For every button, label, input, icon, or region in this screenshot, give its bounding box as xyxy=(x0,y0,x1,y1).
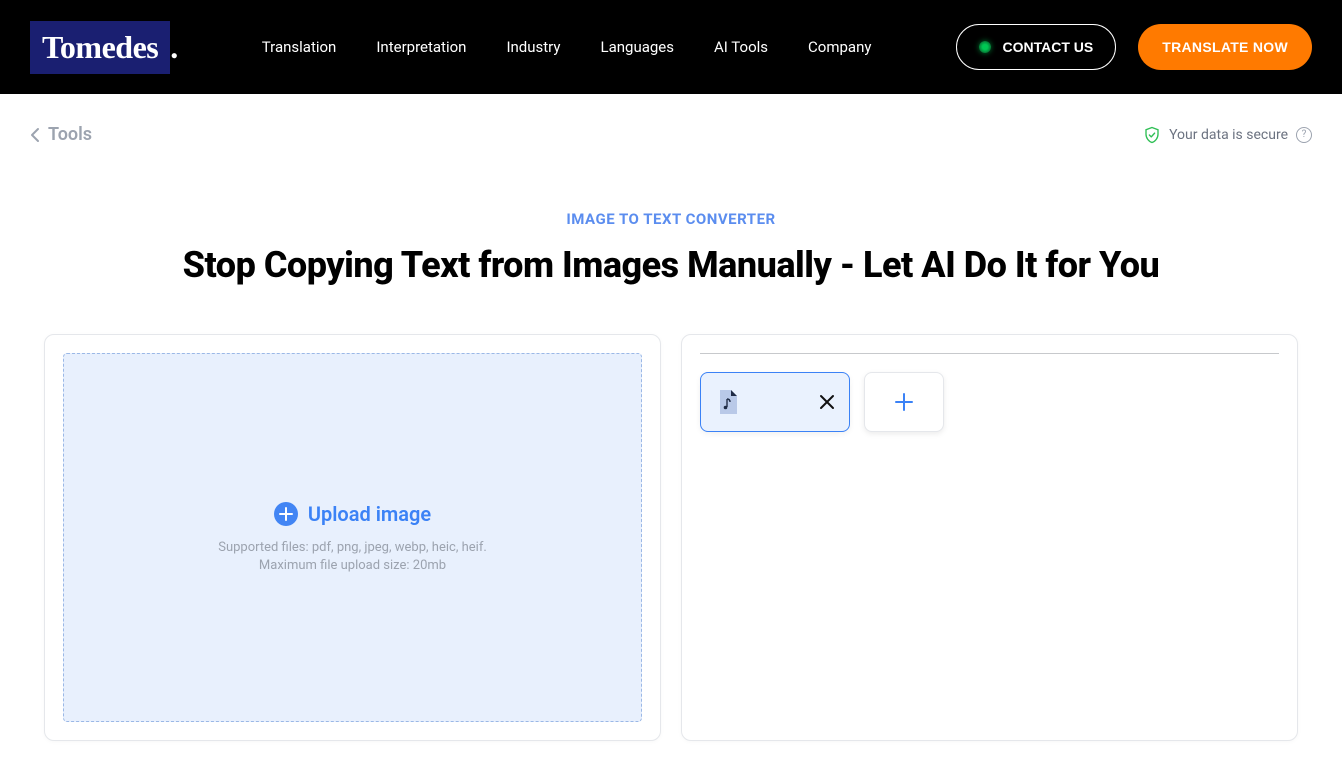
upload-panel: Upload image Supported files: pdf, png, … xyxy=(44,334,661,741)
plus-circle-icon xyxy=(274,502,298,526)
file-tile[interactable] xyxy=(700,372,850,432)
back-label: Tools xyxy=(48,124,92,145)
back-to-tools[interactable]: Tools xyxy=(30,124,92,145)
nav-languages[interactable]: Languages xyxy=(601,38,675,56)
upload-hint-2: Maximum file upload size: 20mb xyxy=(259,558,446,573)
hero-kicker: IMAGE TO TEXT CONVERTER xyxy=(0,210,1342,228)
nav-industry[interactable]: Industry xyxy=(506,38,560,56)
sub-bar: Tools Your data is secure ? xyxy=(0,94,1342,155)
nav-company[interactable]: Company xyxy=(808,38,871,56)
upload-label: Upload image xyxy=(308,502,431,526)
nav-ai-tools[interactable]: AI Tools xyxy=(714,38,768,56)
result-panel xyxy=(681,334,1298,741)
nav-interpretation[interactable]: Interpretation xyxy=(376,38,466,56)
status-dot-icon xyxy=(979,41,991,53)
nav-translation[interactable]: Translation xyxy=(262,38,337,56)
main-header: Tomedes. Translation Interpretation Indu… xyxy=(0,0,1342,94)
help-icon[interactable]: ? xyxy=(1296,127,1312,143)
upload-dropzone[interactable]: Upload image Supported files: pdf, png, … xyxy=(63,353,642,722)
panels: Upload image Supported files: pdf, png, … xyxy=(0,334,1342,741)
header-actions: CONTACT US TRANSLATE NOW xyxy=(956,24,1312,70)
logo-text: Tomedes xyxy=(42,29,158,65)
add-file-button[interactable] xyxy=(864,372,944,432)
secure-label: Your data is secure xyxy=(1169,127,1288,143)
upload-hint-1: Supported files: pdf, png, jpeg, webp, h… xyxy=(218,540,487,555)
close-icon[interactable] xyxy=(819,394,835,410)
contact-us-button[interactable]: CONTACT US xyxy=(956,24,1117,70)
translate-now-button[interactable]: TRANSLATE NOW xyxy=(1138,24,1312,70)
shield-check-icon xyxy=(1143,126,1161,144)
hero: IMAGE TO TEXT CONVERTER Stop Copying Tex… xyxy=(0,210,1342,286)
file-tiles xyxy=(700,372,1279,432)
music-file-icon xyxy=(715,389,741,415)
upload-row: Upload image xyxy=(274,502,431,526)
contact-us-label: CONTACT US xyxy=(1003,39,1094,55)
data-secure-note: Your data is secure ? xyxy=(1143,126,1312,144)
plus-icon xyxy=(894,392,914,412)
hero-headline: Stop Copying Text from Images Manually -… xyxy=(0,244,1342,286)
divider xyxy=(700,353,1279,354)
chevron-left-icon xyxy=(30,127,40,143)
logo[interactable]: Tomedes. xyxy=(30,21,178,74)
main-nav: Translation Interpretation Industry Lang… xyxy=(262,38,872,56)
